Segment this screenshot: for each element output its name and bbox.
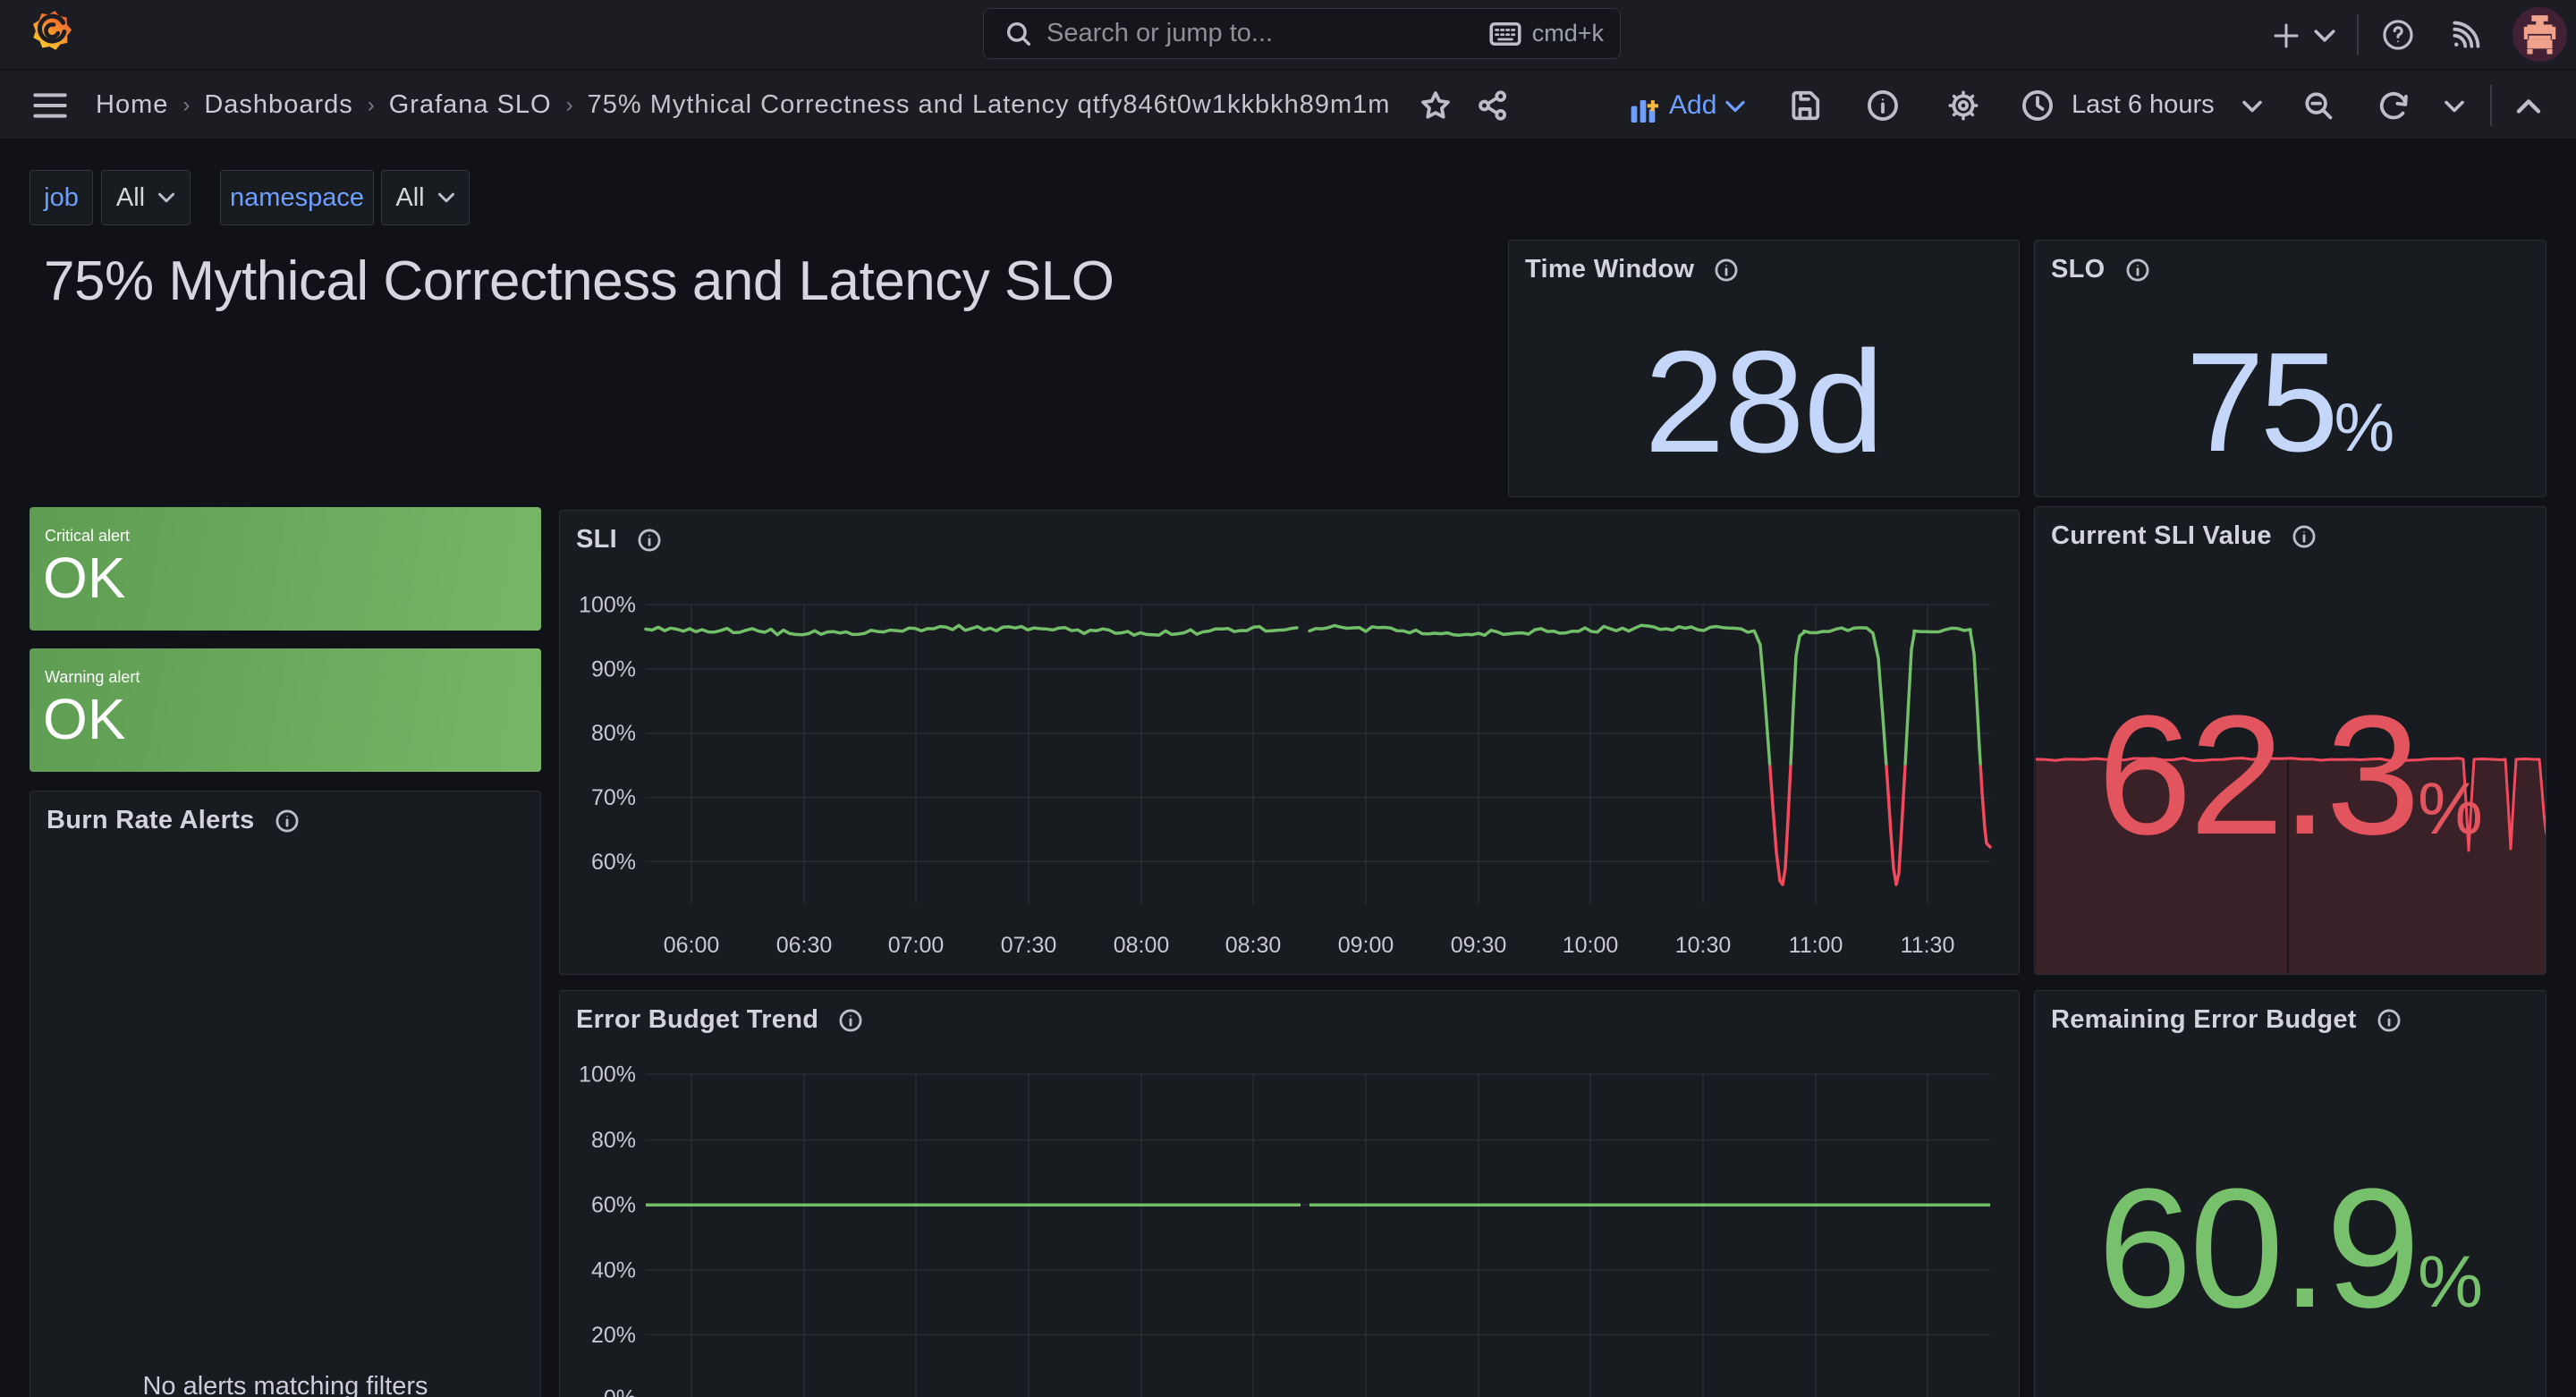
svg-text:07:30: 07:30: [1001, 933, 1057, 958]
svg-text:60%: 60%: [591, 850, 636, 875]
svg-text:80%: 80%: [591, 1128, 636, 1153]
svg-text:100%: 100%: [579, 1063, 636, 1088]
svg-text:70%: 70%: [591, 785, 636, 810]
svg-text:10:30: 10:30: [1675, 933, 1732, 958]
svg-text:0%: 0%: [604, 1386, 636, 1397]
svg-text:07:00: 07:00: [888, 933, 945, 958]
svg-text:06:00: 06:00: [664, 933, 720, 958]
svg-text:08:30: 08:30: [1225, 933, 1282, 958]
svg-text:11:00: 11:00: [1789, 933, 1843, 958]
svg-text:100%: 100%: [579, 593, 636, 618]
svg-text:09:00: 09:00: [1338, 933, 1394, 958]
svg-text:11:30: 11:30: [1901, 933, 1955, 958]
svg-text:60%: 60%: [591, 1193, 636, 1218]
svg-text:40%: 40%: [591, 1257, 636, 1283]
svg-text:90%: 90%: [591, 656, 636, 682]
svg-text:10:00: 10:00: [1563, 933, 1619, 958]
svg-text:08:00: 08:00: [1114, 933, 1170, 958]
svg-text:20%: 20%: [591, 1323, 636, 1348]
svg-text:06:30: 06:30: [776, 933, 833, 958]
svg-text:80%: 80%: [591, 721, 636, 746]
svg-text:09:30: 09:30: [1451, 933, 1507, 958]
